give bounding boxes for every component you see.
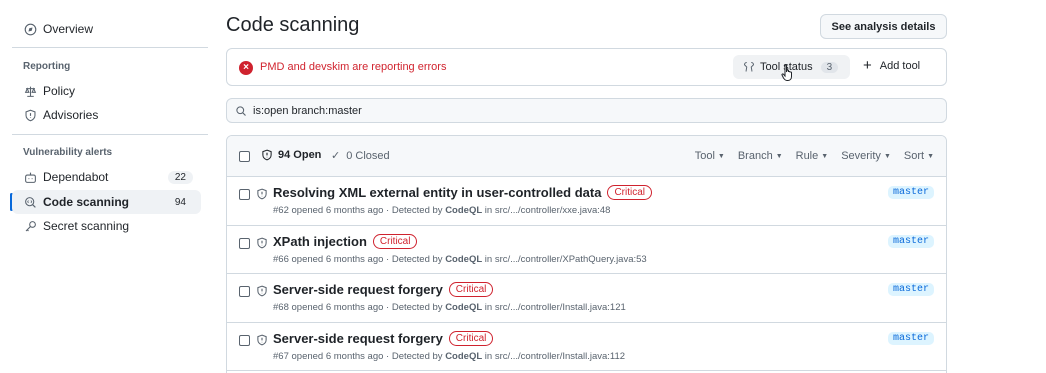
alert-title-link[interactable]: Server-side request forgery <box>273 331 443 346</box>
closed-count: 0 Closed <box>346 149 390 162</box>
severity-badge: Critical <box>448 282 494 297</box>
sidebar-item-advisories[interactable]: Advisories <box>12 103 201 127</box>
tool-status-counter: 3 <box>820 61 839 73</box>
chevron-down-icon: ▼ <box>775 152 783 160</box>
alert-meta: #68 opened 6 months ago · Detected by Co… <box>273 302 626 313</box>
branch-label[interactable]: master <box>887 331 934 345</box>
open-filter[interactable]: 94 Open <box>261 149 321 161</box>
branch-label[interactable]: master <box>887 186 934 199</box>
row-checkbox[interactable] <box>239 237 250 249</box>
list-header: 94 Open ✓ 0 Closed Tool ▼ Branch ▼ Rule ▼ S… <box>227 136 946 177</box>
sidebar-item-dependabot[interactable]: Dependabot 22 <box>12 165 201 189</box>
law-icon <box>23 84 37 98</box>
severity-badge: Critical <box>607 185 653 200</box>
severity-badge: Critical <box>372 233 418 249</box>
severity-filter[interactable]: Severity ▼ <box>841 150 891 162</box>
chevron-down-icon: ▼ <box>821 152 829 160</box>
select-all-checkbox[interactable] <box>239 151 250 162</box>
shield-icon <box>262 149 272 161</box>
chevron-down-icon: ▼ <box>927 152 934 160</box>
add-tool-button[interactable]: + Add tool <box>863 57 921 74</box>
search-icon <box>236 105 246 116</box>
sidebar-item-policy[interactable]: Policy <box>12 79 201 103</box>
shield-icon <box>256 188 273 203</box>
error-message: PMD and devskim are reporting errors <box>260 61 447 73</box>
page-title: Code scanning <box>226 14 360 36</box>
dependabot-counter: 22 <box>167 170 193 184</box>
sidebar: Overview Reporting Policy Advisories Vul… <box>0 0 210 373</box>
sidebar-item-overview[interactable]: Overview <box>12 17 201 41</box>
x-circle-icon: × <box>239 61 253 75</box>
sidebar-item-label: Secret scanning <box>43 219 130 233</box>
tools-icon <box>744 62 754 72</box>
alert-meta: #66 opened 6 months ago · Detected by Co… <box>273 253 647 265</box>
row-checkbox[interactable] <box>239 189 250 200</box>
sidebar-item-label: Overview <box>43 22 94 36</box>
search-bar[interactable] <box>226 98 947 123</box>
row-checkbox[interactable] <box>239 334 250 346</box>
sidebar-item-secret-scanning[interactable]: Secret scanning <box>12 214 201 238</box>
sidebar-divider <box>12 134 208 135</box>
shield-icon <box>256 237 273 252</box>
shield-icon <box>23 108 37 122</box>
branch-filter[interactable]: Branch ▼ <box>738 150 783 162</box>
add-tool-label: Add tool <box>879 60 921 72</box>
sidebar-divider <box>12 47 208 48</box>
severity-badge: Critical <box>448 330 494 346</box>
tool-filter[interactable]: Tool ▼ <box>695 150 725 162</box>
reporting-heading: Reporting <box>23 61 71 72</box>
open-count: 94 Open <box>278 149 322 161</box>
alert-title-link[interactable]: Resolving XML external entity in user-co… <box>273 185 601 200</box>
vulnerability-alerts-heading: Vulnerability alerts <box>23 147 113 158</box>
alerts-list: 94 Open ✓ 0 Closed Tool ▼ Branch ▼ Rule ▼ S… <box>226 135 947 373</box>
table-row: Server-side request forgery Critical #68 … <box>227 274 946 323</box>
sidebar-item-label: Dependabot <box>43 170 109 184</box>
key-icon <box>23 219 37 233</box>
shield-icon <box>256 285 273 300</box>
alert-title-link[interactable]: Server-side request forgery <box>273 282 443 297</box>
overview-icon <box>23 22 37 36</box>
row-checkbox[interactable] <box>239 286 250 297</box>
search-input[interactable] <box>253 104 853 117</box>
codescan-icon <box>23 195 37 209</box>
sidebar-item-code-scanning[interactable]: Code scanning 94 <box>12 190 201 214</box>
branch-label[interactable]: master <box>887 283 934 296</box>
check-icon: ✓ <box>331 150 341 162</box>
branch-label[interactable]: master <box>887 234 934 248</box>
tool-error-banner: × PMD and devskim are reporting errors T… <box>226 48 947 86</box>
chevron-down-icon: ▼ <box>717 152 725 160</box>
see-analysis-details-button[interactable]: See analysis details <box>820 14 947 39</box>
sort-filter[interactable]: Sort ▼ <box>904 150 934 162</box>
sidebar-item-label: Policy <box>43 84 76 98</box>
sidebar-item-label: Code scanning <box>43 195 130 209</box>
alert-meta: #67 opened 6 months ago · Detected by Co… <box>273 350 626 362</box>
rule-filter[interactable]: Rule ▼ <box>796 150 829 162</box>
plus-icon: + <box>863 57 872 74</box>
code-scanning-counter: 94 <box>174 196 186 208</box>
filter-bar: Tool ▼ Branch ▼ Rule ▼ Severity ▼ Sort ▼ <box>682 150 934 162</box>
table-row: XPath injection Critical #66 opened 6 mon… <box>227 226 946 274</box>
shield-icon <box>256 334 273 349</box>
dependabot-icon <box>23 170 37 184</box>
table-row: Server-side request forgery Critical #67 … <box>227 323 946 371</box>
alert-meta: #62 opened 6 months ago · Detected by Co… <box>273 205 611 216</box>
closed-filter[interactable]: ✓ 0 Closed <box>331 149 390 163</box>
hand-pointer-cursor-icon <box>781 64 792 81</box>
chevron-down-icon: ▼ <box>883 152 891 160</box>
table-row: Resolving XML external entity in user-co… <box>227 177 946 226</box>
alert-title-link[interactable]: XPath injection <box>273 234 367 249</box>
sidebar-item-label: Advisories <box>43 108 99 122</box>
